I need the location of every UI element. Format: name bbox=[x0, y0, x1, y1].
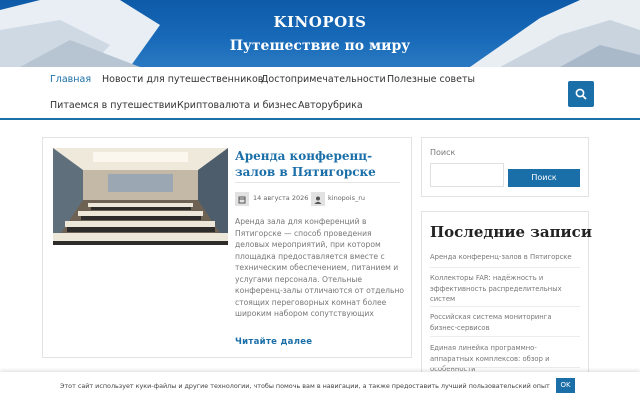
sidebar-search-widget: Поиск Поиск bbox=[421, 137, 589, 197]
nav-item-home[interactable]: Главная bbox=[50, 74, 91, 85]
conference-room-image bbox=[53, 148, 228, 245]
nav-item-news[interactable]: Новости для путешественников bbox=[102, 74, 263, 85]
nav-item-food[interactable]: Питаемся в путешествии bbox=[50, 100, 177, 111]
post-title[interactable]: Аренда конференц-залов в Пятигорске bbox=[235, 148, 400, 180]
user-icon bbox=[311, 192, 325, 206]
divider bbox=[430, 306, 580, 307]
recent-posts-title: Последние записи bbox=[430, 223, 592, 241]
post-date[interactable]: 14 августа 2026 bbox=[253, 194, 308, 202]
cookie-notice-bar: Этот сайт использует куки-файлы и другие… bbox=[0, 372, 640, 400]
recent-post-link[interactable]: Коллекторы FAR: надёжность и эффективнос… bbox=[430, 273, 580, 305]
post-excerpt: Аренда зала для конференций в Пятигорске… bbox=[235, 217, 405, 318]
divider bbox=[430, 336, 580, 337]
divider bbox=[430, 267, 580, 268]
search-input[interactable] bbox=[430, 163, 504, 187]
divider bbox=[235, 182, 400, 183]
site-header: KINOPOIS Путешествие по миру bbox=[0, 0, 640, 67]
cookie-notice-text: Этот сайт использует куки-файлы и другие… bbox=[60, 382, 550, 390]
calendar-icon bbox=[235, 192, 249, 206]
post-thumbnail[interactable] bbox=[53, 148, 228, 245]
search-icon bbox=[575, 88, 587, 100]
search-submit-button[interactable]: Поиск bbox=[508, 169, 580, 187]
header-search-button[interactable] bbox=[568, 81, 594, 107]
nav-item-tips[interactable]: Полезные советы bbox=[387, 74, 475, 85]
nav-item-crypto[interactable]: Криптовалюта и бизнес bbox=[177, 100, 297, 111]
recent-post-link[interactable]: Единая линейка программно-аппаратных ком… bbox=[430, 343, 580, 375]
post-author[interactable]: kinopois_ru bbox=[328, 194, 365, 202]
cookie-accept-button[interactable]: OK bbox=[556, 378, 575, 393]
nav-item-sights[interactable]: Достопримечательности bbox=[261, 74, 386, 85]
post-card: Аренда конференц-залов в Пятигорске 14 а… bbox=[42, 137, 412, 358]
recent-post-link[interactable]: Аренда конференц-залов в Пятигорске bbox=[430, 252, 580, 263]
site-title[interactable]: KINOPOIS bbox=[0, 13, 640, 31]
recent-post-link[interactable]: Российская система мониторинга бизнес-се… bbox=[430, 312, 580, 333]
read-more-link[interactable]: Читайте далее bbox=[235, 337, 312, 347]
recent-posts-widget: Последние записи Аренда конференц-залов … bbox=[421, 211, 592, 391]
mountain-banner bbox=[0, 0, 640, 67]
nav-item-author[interactable]: Авторубрика bbox=[298, 100, 363, 111]
search-label: Поиск bbox=[430, 148, 456, 157]
site-description: Путешествие по миру bbox=[229, 38, 411, 54]
divider bbox=[430, 367, 580, 368]
